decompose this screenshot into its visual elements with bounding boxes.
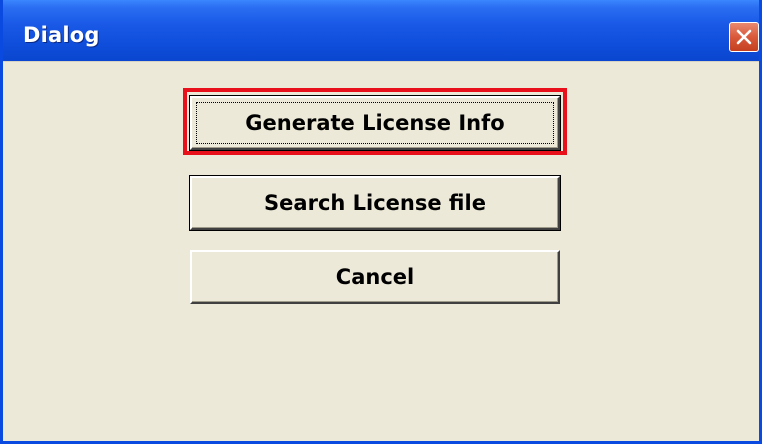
window-title: Dialog bbox=[23, 23, 100, 47]
search-license-file-button[interactable]: Search License file bbox=[189, 175, 561, 231]
cancel-button[interactable]: Cancel bbox=[190, 250, 560, 304]
close-icon bbox=[736, 29, 752, 45]
dialog-body: Generate License Info Search License fil… bbox=[3, 61, 759, 441]
search-license-file-label: Search License file bbox=[264, 191, 486, 215]
dialog-window: Dialog Generate License Info Search Lice… bbox=[0, 0, 762, 444]
generate-license-info-label: Generate License Info bbox=[245, 111, 505, 135]
generate-license-info-button[interactable]: Generate License Info bbox=[189, 95, 561, 151]
title-bar[interactable]: Dialog bbox=[3, 0, 759, 61]
cancel-label: Cancel bbox=[335, 265, 415, 289]
close-button[interactable] bbox=[729, 22, 759, 52]
